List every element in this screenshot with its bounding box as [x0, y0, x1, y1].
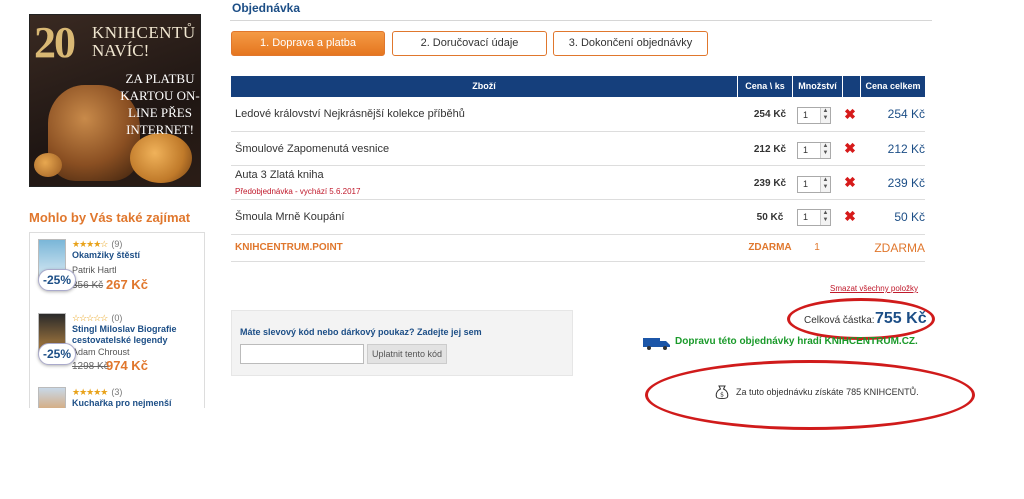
coupon-input[interactable] [240, 344, 364, 364]
rating-stars: ☆☆☆☆☆ (0) [72, 313, 123, 323]
item-total: 50 Kč [894, 210, 925, 224]
product-title[interactable]: Okamžiky štěstí [72, 250, 202, 261]
product-title[interactable]: Stingl Miloslav Biografie cestovatelské … [72, 324, 202, 346]
product-title[interactable]: Kuchařka pro nejmenší [72, 398, 202, 408]
item-name[interactable]: Ledové království Nejkrásnější kolekce p… [235, 108, 465, 120]
column-header-unit-price: Cena \ ks [738, 76, 793, 97]
spinner-arrows-icon[interactable]: ▲ ▼ [820, 210, 830, 225]
item-unit-price: 50 Kč [756, 212, 784, 223]
truck-icon [643, 338, 670, 350]
quantity-stepper[interactable]: 1 ▲ ▼ [797, 107, 831, 124]
spinner-arrows-icon[interactable]: ▲ ▼ [820, 143, 830, 158]
product-author: Adam Chroust [72, 347, 130, 357]
rating-stars: ★★★★☆ (9) [72, 239, 123, 249]
step-order-completion[interactable]: 3. Dokončení objednávky [553, 31, 708, 56]
banner-line3: ZA PLATBU KARTOU ON-LINE PŘES INTERNET! [120, 71, 200, 137]
cart-row: Šmoula Mrně Koupání 50 Kč 1 ▲ ▼ ✖ 50 Kč [231, 201, 925, 235]
shipping-name: KNIHCENTRUM.POINT [235, 242, 343, 253]
preorder-note: Předobjednávka - vychází 5.6.2017 [235, 187, 361, 196]
discount-badge: -25% [38, 269, 76, 291]
page-title: Objednávka [232, 1, 301, 15]
step-delivery-details[interactable]: 2. Doručovací údaje [392, 31, 547, 56]
item-unit-price: 212 Kč [753, 144, 787, 155]
coin-image [130, 133, 192, 183]
spinner-arrows-icon[interactable]: ▲ ▼ [820, 108, 830, 123]
cart-row: Ledové království Nejkrásnější kolekce p… [231, 98, 925, 132]
shipping-total: ZDARMA [874, 241, 925, 255]
coupon-box: Máte slevový kód nebo dárkový poukaz? Za… [231, 310, 573, 376]
item-name[interactable]: Šmoulové Zapomenutá vesnice [235, 143, 389, 155]
column-header-item: Zboží [231, 76, 738, 97]
column-header-quantity: Množství [793, 76, 843, 97]
spinner-arrows-icon[interactable]: ▲ ▼ [820, 177, 830, 192]
coupon-title: Máte slevový kód nebo dárkový poukaz? Za… [240, 327, 482, 337]
item-unit-price: 239 Kč [753, 178, 787, 189]
shipping-unit-price: ZDARMA [748, 242, 792, 253]
banner-line2: NAVÍC! [92, 41, 150, 60]
clear-all-link[interactable]: Smazat všechny položky [830, 284, 918, 293]
item-name[interactable]: Auta 3 Zlatá kniha [235, 169, 324, 181]
recommended-product[interactable]: ☆☆☆☆☆ (0) Stingl Miloslav Biografie cesto… [30, 307, 204, 379]
banner-number: 20 [34, 18, 76, 67]
recommended-product[interactable]: ★★★★☆ (9) Okamžiky štěstí Patrik Hartl 35… [30, 233, 204, 305]
free-shipping-note: Dopravu této objednávky hradí KNIHCENTRU… [675, 336, 918, 347]
quantity-stepper[interactable]: 1 ▲ ▼ [797, 142, 831, 159]
quantity-stepper[interactable]: 1 ▲ ▼ [797, 176, 831, 193]
quantity-stepper[interactable]: 1 ▲ ▼ [797, 209, 831, 226]
old-price: 1298 Kč [72, 361, 109, 372]
product-price: 267 Kč [106, 277, 148, 292]
coin-image-small [34, 153, 62, 177]
annotation-circle [645, 360, 975, 430]
recommendations-title: Mohlo by Vás také zajímat [29, 210, 191, 225]
old-price: 356 Kč [72, 280, 104, 291]
product-cover[interactable] [38, 387, 66, 408]
cart-table-header: Zboží Cena \ ks Množství Cena celkem [231, 76, 925, 97]
shipping-row: KNIHCENTRUM.POINT ZDARMA 1 ZDARMA [231, 236, 925, 262]
item-unit-price: 254 Kč [753, 109, 787, 120]
cart-row: Auta 3 Zlatá kniha Předobjednávka - vych… [231, 166, 925, 200]
annotation-circle [787, 298, 935, 340]
item-total: 254 Kč [887, 107, 925, 121]
item-name[interactable]: Šmoula Mrně Koupání [235, 211, 344, 223]
cart-row: Šmoulové Zapomenutá vesnice 212 Kč 1 ▲ ▼ ✖… [231, 132, 925, 166]
banner-line1: KNIHCENTŮ [92, 23, 196, 42]
column-header-total: Cena celkem [865, 81, 921, 91]
divider [230, 20, 932, 21]
shipping-quantity: 1 [814, 242, 820, 253]
item-total: 239 Kč [887, 176, 925, 190]
product-price: 974 Kč [106, 358, 148, 373]
promo-banner[interactable]: 20 KNIHCENTŮ NAVÍC! ZA PLATBU KARTOU ON-… [29, 14, 201, 187]
product-author: Patrik Hartl [72, 265, 117, 275]
step-shipping-payment[interactable]: 1. Doprava a platba [231, 31, 385, 56]
rating-stars: ★★★★★ (3) [72, 387, 123, 397]
recommendations-list: ★★★★☆ (9) Okamžiky štěstí Patrik Hartl 35… [29, 232, 205, 408]
recommended-product[interactable]: ★★★★★ (3) Kuchařka pro nejmenší [30, 381, 204, 408]
discount-badge: -25% [38, 343, 76, 365]
apply-coupon-button[interactable]: Uplatnit tento kód [367, 344, 447, 364]
item-total: 212 Kč [887, 142, 925, 156]
column-header-delete [843, 76, 861, 97]
